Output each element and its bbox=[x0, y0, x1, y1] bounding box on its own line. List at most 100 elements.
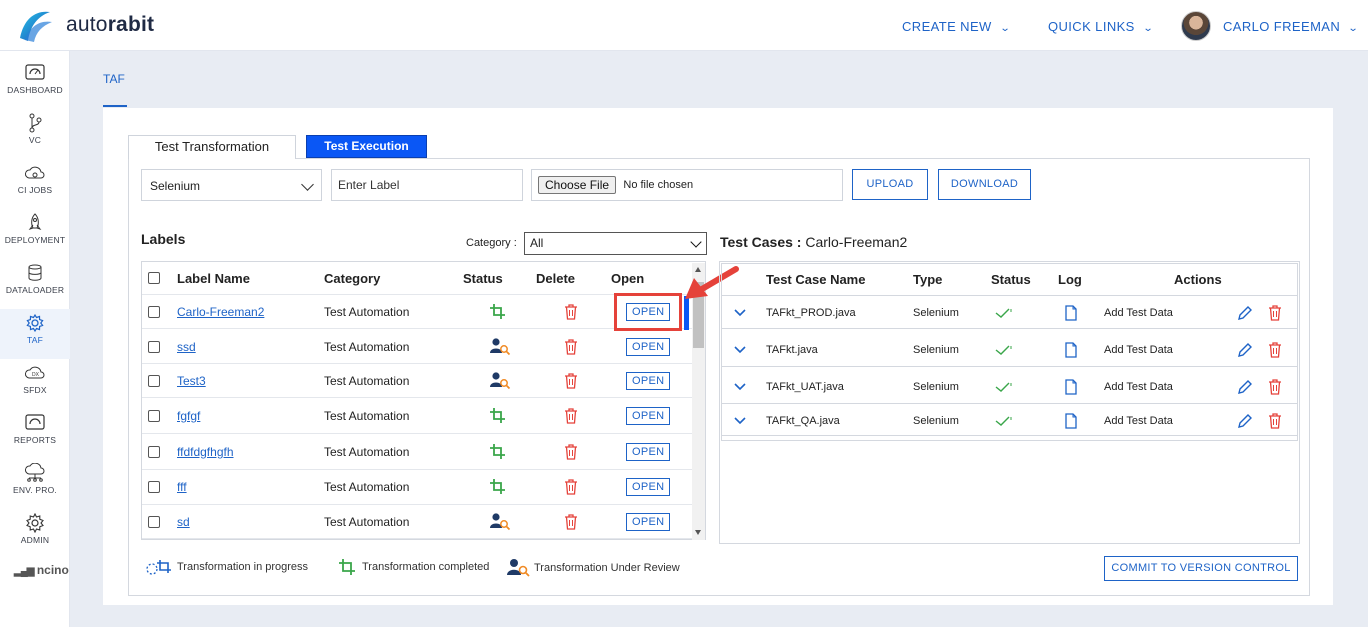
labels-scrollbar[interactable] bbox=[692, 263, 705, 540]
log-file-icon[interactable] bbox=[1064, 304, 1078, 321]
row-checkbox[interactable] bbox=[148, 445, 160, 458]
log-action[interactable] bbox=[1064, 297, 1078, 328]
sidebar-item-env-pro[interactable]: ENV. PRO. bbox=[0, 459, 70, 509]
delete-action[interactable] bbox=[564, 398, 578, 433]
scroll-down-icon[interactable] bbox=[695, 530, 701, 535]
label-name-link[interactable]: fgfgf bbox=[177, 409, 200, 423]
delete-action[interactable] bbox=[1268, 406, 1282, 435]
edit-action[interactable] bbox=[1237, 370, 1253, 403]
chevron-down-icon[interactable] bbox=[734, 345, 746, 354]
edit-action[interactable] bbox=[1237, 406, 1253, 435]
sidebar-item-taf[interactable]: TAF bbox=[0, 309, 70, 359]
row-checkbox[interactable] bbox=[148, 374, 160, 387]
trash-icon[interactable] bbox=[1268, 341, 1282, 358]
trash-icon[interactable] bbox=[1268, 378, 1282, 395]
page-tab-taf[interactable]: TAF bbox=[103, 72, 125, 86]
edit-action[interactable] bbox=[1237, 333, 1253, 366]
log-file-icon[interactable] bbox=[1064, 412, 1078, 429]
open-button[interactable]: OPEN bbox=[626, 442, 671, 461]
autorabit-logo-icon bbox=[20, 11, 52, 42]
delete-action[interactable] bbox=[564, 470, 578, 504]
sidebar-item-ci-jobs[interactable]: CI JOBS bbox=[0, 159, 70, 209]
sidebar-item-admin[interactable]: ADMIN bbox=[0, 509, 70, 559]
sidebar-item-dashboard[interactable]: DASHBOARD bbox=[0, 59, 70, 109]
chevron-down-icon[interactable] bbox=[734, 308, 746, 317]
tab-test-execution[interactable]: Test Execution bbox=[306, 135, 427, 158]
open-button[interactable]: OPEN bbox=[626, 512, 671, 531]
add-test-data-link[interactable]: Add Test Data bbox=[1104, 415, 1173, 427]
row-checkbox[interactable] bbox=[148, 340, 160, 353]
download-button[interactable]: DOWNLOAD bbox=[938, 169, 1031, 200]
label-name-link[interactable]: ssd bbox=[177, 340, 196, 354]
trash-icon[interactable] bbox=[564, 407, 578, 424]
category-select[interactable]: All bbox=[524, 232, 707, 255]
sidebar-item-label: TAF bbox=[26, 335, 44, 345]
label-name-link[interactable]: Carlo-Freeman2 bbox=[177, 305, 264, 319]
edit-icon[interactable] bbox=[1237, 379, 1253, 395]
open-button[interactable]: OPEN bbox=[626, 478, 671, 496]
delete-action[interactable] bbox=[1268, 297, 1282, 328]
chevron-down-icon[interactable] bbox=[734, 382, 746, 391]
trash-icon[interactable] bbox=[564, 372, 578, 389]
add-test-data-link[interactable]: Add Test Data bbox=[1104, 344, 1173, 356]
label-name-link[interactable]: fff bbox=[177, 480, 187, 494]
user-menu[interactable]: CARLO FREEMAN ⌄ bbox=[1223, 19, 1359, 34]
delete-action[interactable] bbox=[1268, 333, 1282, 366]
add-test-data-link[interactable]: Add Test Data bbox=[1104, 381, 1173, 393]
trash-icon[interactable] bbox=[1268, 412, 1282, 429]
label-name-link[interactable]: sd bbox=[177, 515, 190, 529]
sidebar-item-deployment[interactable]: DEPLOYMENT bbox=[0, 209, 70, 259]
log-file-icon[interactable] bbox=[1064, 341, 1078, 358]
log-file-icon[interactable] bbox=[1064, 378, 1078, 395]
open-button[interactable]: OPEN bbox=[626, 406, 671, 425]
label-input[interactable] bbox=[331, 169, 523, 201]
trash-icon[interactable] bbox=[564, 338, 578, 355]
chevron-down-icon[interactable] bbox=[734, 416, 746, 425]
delete-action[interactable] bbox=[564, 364, 578, 397]
delete-action[interactable] bbox=[564, 330, 578, 363]
trash-icon[interactable] bbox=[564, 513, 578, 530]
delete-action[interactable] bbox=[564, 434, 578, 469]
expand-row-toggle[interactable] bbox=[734, 406, 746, 435]
create-new-menu[interactable]: CREATE NEW ⌄ bbox=[902, 19, 1010, 34]
sidebar-item-reports[interactable]: REPORTS bbox=[0, 409, 70, 459]
trash-icon[interactable] bbox=[564, 479, 578, 495]
trash-icon[interactable] bbox=[564, 443, 578, 460]
label-name-link[interactable]: Test3 bbox=[177, 374, 206, 388]
avatar[interactable] bbox=[1181, 11, 1211, 41]
delete-action[interactable] bbox=[1268, 370, 1282, 403]
row-checkbox[interactable] bbox=[148, 409, 160, 422]
sidebar-item-vc[interactable]: VC bbox=[0, 109, 70, 159]
row-checkbox[interactable] bbox=[148, 481, 160, 493]
log-action[interactable] bbox=[1064, 406, 1078, 435]
choose-file-button[interactable]: Choose File bbox=[538, 176, 617, 194]
edit-icon[interactable] bbox=[1237, 413, 1253, 429]
log-action[interactable] bbox=[1064, 370, 1078, 403]
trash-icon[interactable] bbox=[564, 303, 578, 320]
file-input[interactable]: Choose File No file chosen bbox=[531, 169, 843, 201]
edit-icon[interactable] bbox=[1237, 305, 1253, 321]
select-all-checkbox[interactable] bbox=[148, 272, 160, 284]
open-button[interactable]: OPEN bbox=[626, 337, 671, 356]
row-checkbox[interactable] bbox=[148, 515, 160, 528]
expand-row-toggle[interactable] bbox=[734, 297, 746, 328]
trash-icon[interactable] bbox=[1268, 304, 1282, 321]
tab-test-transformation[interactable]: Test Transformation bbox=[128, 135, 296, 159]
commit-to-version-control-button[interactable]: COMMIT TO VERSION CONTROL bbox=[1104, 556, 1298, 581]
open-button[interactable]: OPEN bbox=[626, 371, 671, 390]
upload-button[interactable]: UPLOAD bbox=[852, 169, 928, 200]
row-checkbox[interactable] bbox=[148, 305, 160, 318]
framework-select[interactable]: Selenium bbox=[141, 169, 322, 201]
delete-action[interactable] bbox=[564, 295, 578, 328]
sidebar-item-sfdx[interactable]: DX SFDX bbox=[0, 359, 70, 409]
edit-icon[interactable] bbox=[1237, 342, 1253, 358]
edit-action[interactable] bbox=[1237, 297, 1253, 328]
log-action[interactable] bbox=[1064, 333, 1078, 366]
add-test-data-link[interactable]: Add Test Data bbox=[1104, 307, 1173, 319]
quick-links-menu[interactable]: QUICK LINKS ⌄ bbox=[1048, 19, 1153, 34]
expand-row-toggle[interactable] bbox=[734, 370, 746, 403]
delete-action[interactable] bbox=[564, 505, 578, 538]
sidebar-item-dataloader[interactable]: DATALOADER bbox=[0, 259, 70, 309]
label-name-link[interactable]: ffdfdgfhgfh bbox=[177, 445, 234, 459]
expand-row-toggle[interactable] bbox=[734, 333, 746, 366]
